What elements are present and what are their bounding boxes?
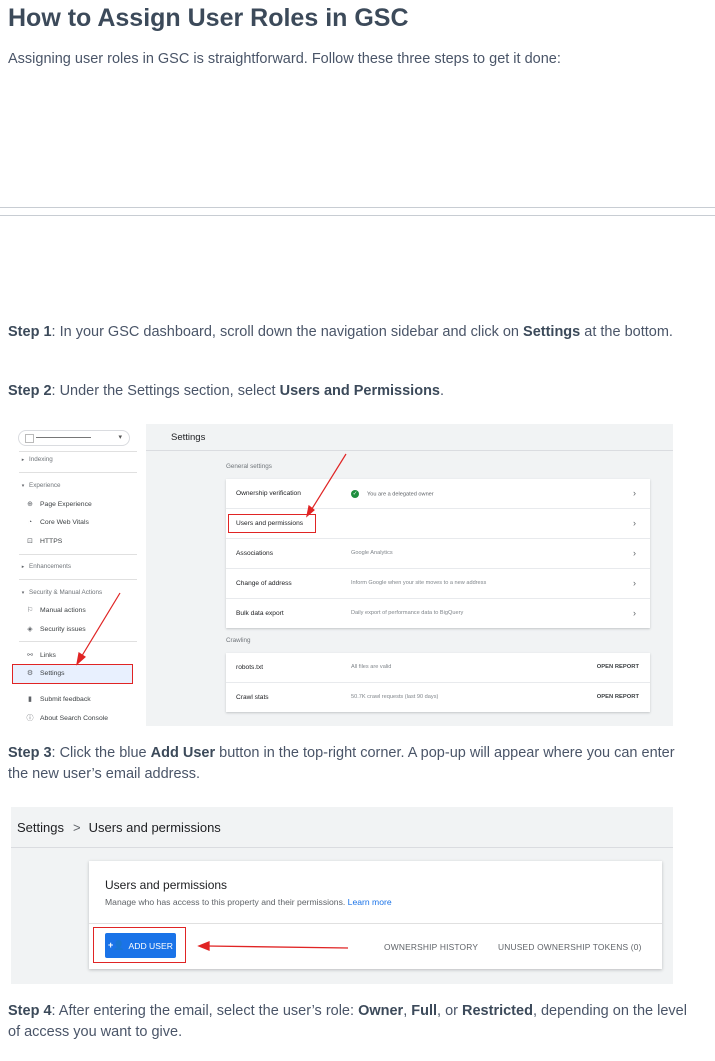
step3-label: Step 3 xyxy=(8,745,52,761)
sidebar-item-about[interactable]: ⓘ About Search Console xyxy=(11,713,141,723)
intro-paragraph: Assigning user roles in GSC is straightf… xyxy=(8,51,561,67)
row-crawl-stats: Crawl stats 50.7K crawl requests (last 9… xyxy=(236,694,639,701)
card-subtitle: Manage who has access to this property a… xyxy=(105,897,392,907)
sidebar-item-security-issues[interactable]: ◈ Security issues xyxy=(11,625,141,633)
divider-bottom xyxy=(0,215,715,216)
crawling-heading: Crawling xyxy=(226,637,251,644)
sidebar-item-settings[interactable]: ⚙ Settings xyxy=(11,669,141,677)
sidebar-item-links[interactable]: ⚯ Links xyxy=(11,651,141,659)
role-full: Full xyxy=(411,1003,438,1019)
card-title: Users and permissions xyxy=(105,878,228,892)
chevron-right-icon: › xyxy=(633,548,636,558)
step3-bold: Add User xyxy=(150,745,216,761)
row-bulk-data-export[interactable]: Bulk data export Daily export of perform… xyxy=(226,599,650,628)
flag-icon: ⚐ xyxy=(26,607,34,614)
chevron-down-icon: ▾ xyxy=(21,483,25,489)
chevron-right-icon: › xyxy=(633,488,636,498)
property-name-placeholder xyxy=(36,437,91,438)
learn-more-link[interactable]: Learn more xyxy=(348,897,392,907)
article-title: How to Assign User Roles in GSC xyxy=(8,4,409,32)
step3-paragraph: Step 3: Click the blue Add User button i… xyxy=(8,743,688,785)
sidebar-section-enhancements[interactable]: ▸ Enhancements xyxy=(11,563,141,570)
chevron-right-icon: ▸ xyxy=(21,457,25,463)
sidebar-item-submit-feedback[interactable]: ▮ Submit feedback xyxy=(11,695,141,703)
gsc-sidebar: ▾ ▸ Indexing ▾ Experience ⊕ Page Experience… xyxy=(11,424,146,726)
chevron-down-icon: ▾ xyxy=(21,590,25,596)
divider-top xyxy=(0,207,715,208)
links-icon: ⚯ xyxy=(27,652,33,659)
settings-header xyxy=(146,424,673,451)
chevron-right-icon: › xyxy=(633,518,636,528)
add-user-button[interactable]: +👤 ADD USER xyxy=(105,933,176,958)
sidebar-item-page-experience[interactable]: ⊕ Page Experience xyxy=(11,500,141,508)
settings-screenshot: ▾ ▸ Indexing ▾ Experience ⊕ Page Experience… xyxy=(11,424,673,726)
chevron-down-icon: ▾ xyxy=(118,434,122,441)
step1-text-a: : In your GSC dashboard, scroll down the… xyxy=(51,324,524,340)
step2-text-b: . xyxy=(440,383,445,399)
chevron-right-icon: › xyxy=(633,608,636,618)
property-favicon-icon xyxy=(25,434,34,443)
crawling-card: robots.txt All files are valid OPEN REPO… xyxy=(226,653,650,712)
step1-paragraph: Step 1: In your GSC dashboard, scroll do… xyxy=(8,322,688,343)
sidebar-section-security[interactable]: ▾ Security & Manual Actions xyxy=(11,589,141,596)
role-owner: Owner xyxy=(358,1003,404,1019)
breadcrumb: Settings > Users and permissions xyxy=(17,820,221,835)
breadcrumb-root[interactable]: Settings xyxy=(17,820,64,835)
step2-paragraph: Step 2: Under the Settings section, sele… xyxy=(8,381,688,402)
unused-tokens-button[interactable]: UNUSED OWNERSHIP TOKENS (0) xyxy=(498,942,642,952)
row-ownership-verification[interactable]: Ownership verification ✓ You are a delega… xyxy=(226,479,650,509)
feedback-icon: ▮ xyxy=(28,696,32,703)
breadcrumb-current: Users and permissions xyxy=(88,820,221,835)
open-report-button[interactable]: OPEN REPORT xyxy=(597,664,639,670)
users-permissions-screenshot: Settings > Users and permissions Users and… xyxy=(11,807,673,984)
general-settings-heading: General settings xyxy=(226,463,272,470)
shield-icon: ◈ xyxy=(27,626,33,633)
chevron-right-icon: › xyxy=(633,578,636,588)
gauge-icon: ◔ xyxy=(27,519,33,526)
person-add-icon: +👤 xyxy=(108,940,125,950)
step1-text-b: at the bottom. xyxy=(580,324,673,340)
sidebar-item-https[interactable]: ⊡ HTTPS xyxy=(11,537,141,545)
step2-label: Step 2 xyxy=(8,383,52,399)
role-restricted: Restricted xyxy=(462,1003,533,1019)
row-change-of-address[interactable]: Change of address Inform Google when you… xyxy=(226,569,650,599)
open-report-button[interactable]: OPEN REPORT xyxy=(597,694,639,700)
row-associations[interactable]: Associations Google Analytics › xyxy=(226,539,650,569)
chevron-right-icon: ▸ xyxy=(21,564,25,570)
breadcrumb-bar: Settings > Users and permissions xyxy=(11,807,673,848)
info-icon: ⓘ xyxy=(26,715,34,722)
check-icon: ✓ xyxy=(351,490,359,498)
breadcrumb-separator-icon: > xyxy=(72,820,81,835)
settings-page-title: Settings xyxy=(171,432,206,443)
property-selector[interactable]: ▾ xyxy=(18,430,130,446)
row-robots-txt: robots.txt All files are valid OPEN REPO… xyxy=(226,653,650,683)
circle-plus-icon: ⊕ xyxy=(27,501,33,508)
step3-text-a: : Click the blue xyxy=(51,745,151,761)
step1-label: Step 1 xyxy=(8,324,52,340)
sidebar-section-experience[interactable]: ▾ Experience xyxy=(11,482,141,489)
users-card: Users and permissions Manage who has acc… xyxy=(89,861,662,969)
lock-icon: ⊡ xyxy=(27,538,33,545)
sidebar-item-manual-actions[interactable]: ⚐ Manual actions xyxy=(11,606,141,614)
step1-bold: Settings xyxy=(523,324,581,340)
users-permissions-highlight-box xyxy=(228,514,316,533)
step2-bold: Users and Permissions xyxy=(279,383,440,399)
gear-icon: ⚙ xyxy=(26,670,34,677)
sidebar-item-core-web-vitals[interactable]: ◔ Core Web Vitals xyxy=(11,519,141,526)
general-settings-card: Ownership verification ✓ You are a delega… xyxy=(226,479,650,628)
step2-text-a: : Under the Settings section, select xyxy=(51,383,280,399)
sidebar-section-indexing[interactable]: ▸ Indexing xyxy=(11,456,141,463)
step4-label: Step 4 xyxy=(8,1003,52,1019)
step4-paragraph: Step 4: After entering the email, select… xyxy=(8,1003,687,1040)
step4-text-a: : After entering the email, select the u… xyxy=(51,1003,359,1019)
ownership-history-button[interactable]: OWNERSHIP HISTORY xyxy=(384,942,478,952)
